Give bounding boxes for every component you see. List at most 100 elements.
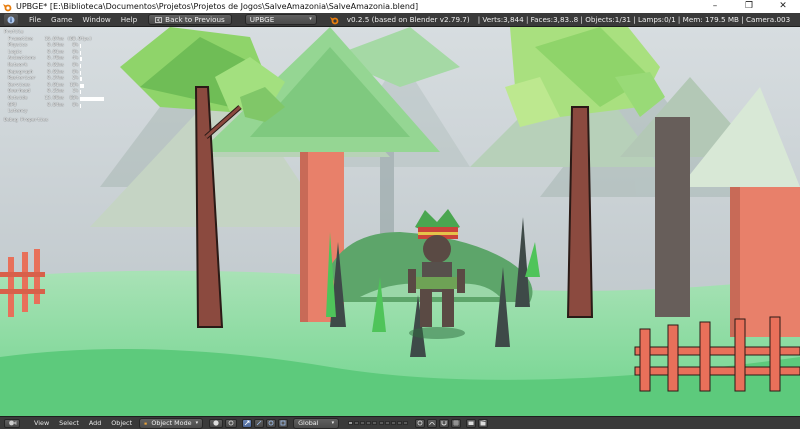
magnet-icon — [441, 421, 447, 426]
profile-row-bar — [80, 96, 104, 101]
profile-row-label: Network — [8, 62, 28, 68]
profile-row-bar — [80, 57, 82, 62]
layer-button[interactable] — [379, 421, 385, 425]
profile-row-label: Physics — [8, 43, 28, 49]
layer-button[interactable] — [347, 421, 353, 425]
editor-type-button[interactable] — [4, 418, 20, 428]
profile-overlay: Profile Frametime 16.67ms (60.0fps) Physics… — [4, 30, 104, 124]
render-animation-button[interactable] — [477, 418, 488, 428]
mode-label: Object Mode — [151, 418, 192, 427]
profile-row-bar — [80, 50, 81, 55]
translate-tool-button[interactable] — [254, 418, 265, 428]
back-to-previous-label: Back to Previous — [165, 15, 225, 24]
layer-button[interactable] — [359, 421, 365, 425]
lock-camera-button[interactable] — [414, 418, 425, 428]
close-button[interactable]: ✕ — [766, 0, 800, 13]
rotate-tool-button[interactable] — [266, 418, 277, 428]
arrow-icon — [256, 420, 262, 426]
profile-row-label: Animations — [8, 56, 36, 62]
info-icon — [7, 16, 15, 23]
profile-row-bar — [80, 103, 81, 108]
render-button[interactable] — [465, 418, 476, 428]
profile-row: Overhead 0.25ms 1% — [4, 89, 104, 96]
menu-window[interactable]: Window — [77, 15, 115, 24]
version-text: v0.2.5 (based on Blender v2.79.7) — [346, 15, 470, 24]
profile-row-percent: 83% — [69, 95, 78, 101]
screen-back-icon — [155, 16, 163, 23]
profile-row-percent: 0% — [72, 62, 78, 68]
minimize-button[interactable]: – — [698, 0, 732, 13]
profile-row: Physics 0.04ms 0% — [4, 43, 104, 50]
profile-row-bar — [80, 63, 81, 68]
profile-row: Network 0.02ms 0% — [4, 63, 104, 70]
profile-row-bar — [80, 90, 81, 95]
profile-row-time: 13.90ms — [44, 95, 64, 101]
profile-row-bar — [80, 77, 82, 82]
window-title: UPBGE* [E:\Biblioteca\Documentos\Projeto… — [16, 2, 419, 11]
scale-tool-button[interactable] — [278, 418, 289, 428]
scale-icon — [280, 420, 286, 426]
layer-button[interactable] — [353, 421, 359, 425]
profile-row-time: 0.04ms — [47, 102, 64, 108]
manipulator-icon — [244, 420, 250, 426]
profile-row-percent: 0% — [72, 43, 78, 49]
chevron-down-icon: ▾ — [331, 419, 335, 426]
profile-row: Rasterizer 0.37ms 2% — [4, 76, 104, 83]
pivot-point-button[interactable] — [225, 418, 238, 428]
editor-type-button[interactable] — [4, 14, 18, 25]
profile-row: GPU Latency 0.04ms 0% — [4, 103, 104, 116]
profile-row-percent: 2% — [72, 76, 78, 82]
snap-toggle[interactable] — [438, 418, 449, 428]
chevron-down-icon: ▾ — [309, 16, 312, 22]
rotate-icon — [268, 420, 274, 426]
menu-object[interactable]: Object — [106, 419, 137, 427]
maximize-button[interactable]: ❐ — [732, 0, 766, 13]
profile-row: Outside 13.90ms 83% — [4, 96, 104, 103]
layer-buttons[interactable] — [347, 421, 409, 425]
snap-grid-icon — [453, 420, 458, 426]
view3d-icon — [8, 420, 16, 426]
profile-row-label: Rasterizer — [8, 76, 36, 82]
snap-element-button[interactable] — [450, 418, 461, 428]
menu-select[interactable]: Select — [54, 419, 84, 427]
menu-help[interactable]: Help — [116, 15, 142, 24]
menu-file[interactable]: File — [24, 15, 46, 24]
profile-row-time: 0.37ms — [47, 76, 64, 82]
menu-view[interactable]: View — [29, 419, 54, 427]
mode-selector[interactable]: Object Mode ▾ — [139, 417, 204, 429]
layer-button[interactable] — [397, 421, 403, 425]
scene-stats: | Verts:3,844 | Faces:3,83..8 | Objects:… — [477, 15, 791, 24]
menu-game[interactable]: Game — [46, 15, 77, 24]
manipulator-toggle[interactable] — [242, 418, 253, 428]
profile-row-label: GPU Latency — [8, 102, 28, 115]
proportional-edit-button[interactable] — [426, 418, 437, 428]
layer-button[interactable] — [365, 421, 371, 425]
profile-title: Profile — [4, 30, 24, 35]
3d-viewport[interactable]: Profile Frametime 16.67ms (60.0fps) Physics… — [0, 27, 800, 416]
profile-row-time: 0.02ms — [47, 62, 64, 68]
game-scene — [0, 27, 800, 416]
profile-row-bar — [80, 83, 84, 88]
layer-button[interactable] — [391, 421, 397, 425]
engine-selector[interactable]: UPBGE ▾ — [244, 14, 317, 25]
orientation-label: Global — [298, 418, 319, 427]
solid-shading-icon — [213, 420, 219, 426]
info-header: File Game Window Help Back to Previous U… — [0, 13, 800, 27]
transform-orientation-selector[interactable]: Global ▾ — [293, 417, 340, 429]
proportional-icon — [428, 422, 435, 426]
chevron-down-icon: ▾ — [195, 419, 199, 426]
profile-row-time: 0.04ms — [47, 43, 64, 49]
profile-row-percent: 4% — [72, 56, 78, 62]
menu-add[interactable]: Add — [84, 419, 106, 427]
back-to-previous-button[interactable]: Back to Previous — [148, 14, 232, 25]
pivot-icon — [228, 420, 234, 426]
profile-row-time: 0.25ms — [47, 89, 64, 95]
profile-row-percent: 1% — [72, 89, 78, 95]
layer-button[interactable] — [371, 421, 377, 425]
upbge-logo-icon — [3, 3, 12, 11]
layer-button[interactable] — [385, 421, 391, 425]
profile-row-percent: (60.0fps) — [67, 36, 92, 42]
view3d-header: View Select Add Object Object Mode ▾ Glo… — [0, 416, 800, 429]
viewport-shading-button[interactable] — [209, 418, 224, 428]
layer-button[interactable] — [403, 421, 409, 425]
